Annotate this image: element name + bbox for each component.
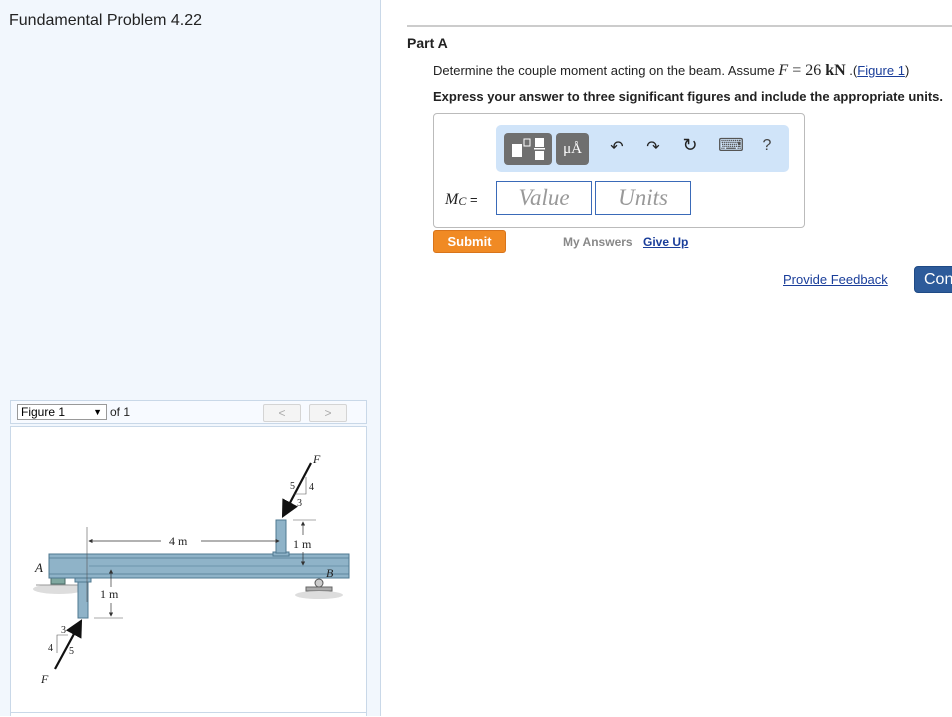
part-divider	[407, 25, 952, 27]
math-var: F	[778, 62, 789, 79]
next-figure-button[interactable]: >	[309, 404, 347, 422]
ground-b	[295, 591, 343, 599]
reset-icon[interactable]: ↻	[678, 135, 702, 156]
figure-panel-divider	[10, 712, 367, 713]
beam-diagram: 4 m 1 m 1 m F 5 4 3 F 3 4 5 A B	[33, 452, 350, 686]
my-answers-link[interactable]: My Answers	[563, 235, 633, 249]
roller-b	[314, 578, 324, 588]
tri-top-vert: 4	[309, 482, 314, 493]
templates-icon	[512, 138, 545, 160]
math-expression: F = 26 kN	[778, 62, 845, 79]
point-b-label: B	[326, 566, 334, 580]
give-up-link[interactable]: Give Up	[643, 235, 688, 249]
value-input[interactable]: Value	[496, 181, 592, 215]
question-suffix: .(	[845, 63, 858, 78]
tri-top-horiz: 3	[297, 498, 302, 509]
continue-button[interactable]: Con	[914, 266, 952, 293]
figure-link[interactable]: Figure 1	[857, 63, 905, 78]
question-text: Determine the couple moment acting on th…	[433, 62, 909, 80]
provide-feedback-link[interactable]: Provide Feedback	[783, 272, 888, 287]
bottom-post-base	[74, 577, 92, 583]
roller-plate-b	[305, 586, 333, 592]
units-input[interactable]: Units	[595, 181, 691, 215]
templates-button[interactable]	[504, 133, 552, 165]
bottom-post	[77, 581, 89, 619]
prev-figure-button[interactable]: <	[263, 404, 301, 422]
force-bottom-label: F	[40, 672, 49, 686]
answer-label-eq: =	[466, 192, 478, 207]
close-paren: )	[904, 63, 910, 78]
question-prefix: Determine the couple moment acting on th…	[433, 63, 779, 78]
right-panel: Part A Determine the couple moment actin…	[382, 0, 952, 716]
figure-panel: 4 m 1 m 1 m F 5 4 3 F 3 4 5 A B	[10, 426, 367, 716]
undo-icon[interactable]: ↶	[605, 137, 629, 157]
figure-select[interactable]: Figure 1 ▼	[17, 404, 107, 420]
left-panel: Fundamental Problem 4.22 Figure 1 ▼ of 1…	[0, 0, 381, 716]
submit-button[interactable]: Submit	[433, 230, 506, 253]
answer-label-main: M	[445, 191, 459, 208]
point-a-label: A	[34, 560, 43, 575]
figure-nav-bar: Figure 1 ▼ of 1 < >	[10, 400, 367, 424]
dim-horizontal-label: 4 m	[169, 534, 188, 548]
dropdown-arrow-icon: ▼	[93, 407, 102, 417]
math-unit: kN	[825, 62, 846, 79]
problem-title: Fundamental Problem 4.22	[9, 12, 202, 29]
math-toolbar: μÅ ↶ ↷ ↻ ⌨ ?	[496, 125, 789, 172]
top-post	[275, 519, 287, 554]
help-icon[interactable]: ?	[755, 137, 779, 155]
dim-top-post-label: 1 m	[293, 537, 312, 551]
tri-bot-vert: 4	[48, 643, 53, 654]
answer-label: MC =	[445, 191, 478, 209]
part-label: Part A	[407, 35, 448, 51]
math-eq: = 26	[788, 62, 826, 79]
instruction-text: Express your answer to three significant…	[433, 89, 943, 104]
figure-select-value: Figure 1	[21, 405, 66, 419]
tri-bot-horiz: 3	[61, 625, 66, 636]
figure-count: of 1	[110, 405, 131, 419]
tri-bot-hyp: 5	[69, 646, 74, 657]
answer-box: μÅ ↶ ↷ ↻ ⌨ ? MC = Value Units	[433, 113, 805, 228]
keyboard-icon[interactable]: ⌨	[718, 135, 744, 156]
force-top-label: F	[312, 452, 321, 466]
redo-icon[interactable]: ↷	[641, 137, 665, 157]
tri-top-hyp: 5	[290, 481, 295, 492]
dim-bottom-post-label: 1 m	[100, 587, 119, 601]
units-button[interactable]: μÅ	[556, 133, 589, 165]
force-arrow-bottom	[54, 619, 83, 670]
